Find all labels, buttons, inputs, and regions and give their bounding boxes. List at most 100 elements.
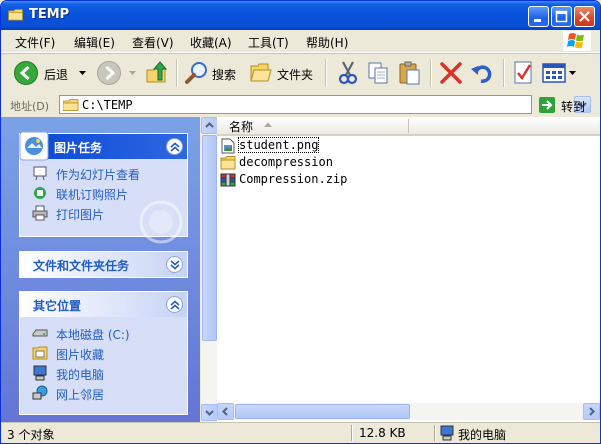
views-button[interactable] [540,58,578,88]
task-label: 网上邻居 [56,388,105,402]
other-places-panel: 其它位置 本地磁盘 (C:) 图片收藏 我的电脑 网上邻居 [19,291,188,415]
menu-help[interactable]: 帮助(H) [306,34,348,51]
go-arrow-icon [542,100,553,110]
close-button[interactable] [574,6,595,27]
slideshow-icon [33,166,47,181]
views-dropdown-icon[interactable] [569,71,577,77]
chevron-left-icon [222,407,228,416]
folder-icon [63,99,79,111]
cut-button[interactable] [334,58,362,88]
zip-archive-icon [220,173,236,187]
file-folder-tasks-header[interactable]: 文件和文件夹任务 [20,252,187,277]
status-object-count: 3 个对象 [7,428,55,442]
place-my-pictures[interactable]: 图片收藏 [32,344,182,362]
chevron-up-icon [170,142,180,152]
place-local-disk[interactable]: 本地磁盘 (C:) [32,324,182,342]
copy-button[interactable] [365,58,393,88]
task-label: 打印图片 [56,208,105,222]
task-slideshow[interactable]: 作为幻灯片查看 [32,164,182,182]
chevron-up-icon [170,300,180,310]
back-arrow-icon [14,61,38,85]
go-label[interactable]: 转到 [561,98,585,115]
file-list-hscrollbar[interactable] [217,403,600,420]
scroll-right-button[interactable] [583,403,600,420]
file-folder-tasks-title: 文件和文件夹任务 [33,259,130,273]
address-label: 地址(D) [10,100,50,113]
scroll-up-button[interactable] [201,117,218,134]
back-dropdown-icon[interactable] [79,71,87,77]
forward-dropdown-icon[interactable] [129,71,137,77]
status-location: 我的电脑 [458,428,507,442]
task-label: 我的电脑 [56,368,105,382]
up-folder-button[interactable] [143,58,171,88]
my-computer-icon [33,365,47,381]
chevron-down-icon [170,260,180,270]
menu-file[interactable]: 文件(F) [15,34,55,51]
undo-icon [471,65,492,83]
image-file-icon [221,138,235,154]
file-list: 名称 student.png decompression Compression… [217,117,600,422]
close-icon [579,11,590,22]
address-bar: 地址(D) C:\TEMP 转到 [1,94,600,116]
menu-favorites[interactable]: 收藏(A) [190,34,232,51]
expand-button[interactable] [166,256,183,273]
minimize-icon [534,19,541,22]
collapse-button[interactable] [166,296,183,313]
task-label: 联机订购照片 [56,188,129,202]
paste-button[interactable] [396,58,424,88]
windows-logo-icon [563,31,591,51]
scroll-left-button[interactable] [217,403,234,420]
delete-x-icon [440,62,462,84]
back-button[interactable]: 后退 [11,58,91,88]
menu-bar: 文件(F) 编辑(E) 查看(V) 收藏(A) 工具(T) 帮助(H) [1,30,600,53]
delete-button[interactable] [437,58,465,88]
scroll-thumb[interactable] [202,135,217,341]
go-button[interactable] [539,97,555,113]
search-button[interactable]: 搜索 [182,58,242,88]
maximize-icon [555,10,568,23]
status-separator [351,425,353,441]
folders-label: 文件夹 [277,68,314,82]
properties-button[interactable] [511,58,537,88]
column-header-name[interactable]: 名称 [217,117,600,136]
status-size: 12.8 KB [359,426,406,440]
properties-icon [514,61,532,84]
place-network[interactable]: 网上邻居 [32,384,182,402]
window-title: TEMP [29,7,70,22]
task-pane-scrollbar[interactable] [200,117,218,422]
chevron-right-icon [589,407,595,416]
scroll-down-button[interactable] [201,404,218,421]
picture-tasks-panel: 图片任务 作为幻灯片查看 联机订购照片 打印图片 [19,131,188,244]
minimize-button[interactable] [528,6,549,27]
other-places-title: 其它位置 [33,299,82,313]
task-label: 图片收藏 [56,348,105,362]
column-divider[interactable] [408,119,409,133]
forward-button[interactable] [96,58,138,88]
picture-tasks-icon [19,131,49,161]
collapse-button[interactable] [166,138,183,155]
menu-view[interactable]: 查看(V) [132,34,174,51]
folders-button[interactable]: 文件夹 [247,58,319,88]
hscroll-thumb[interactable] [235,404,410,419]
other-places-header[interactable]: 其它位置 [20,292,187,317]
task-print-pictures[interactable]: 打印图片 [32,204,182,222]
file-name: student.png [237,137,320,153]
task-order-prints[interactable]: 联机订购照片 [32,184,182,202]
menu-edit[interactable]: 编辑(E) [74,34,115,51]
maximize-button[interactable] [551,6,572,27]
my-pictures-icon [32,346,48,360]
back-label: 后退 [44,68,69,82]
explorer-window: TEMP 文件(F) 编辑(E) 查看(V) 收藏(A) 工具(T) 帮助(H) [0,0,601,444]
address-input[interactable]: C:\TEMP [59,95,591,114]
place-my-computer[interactable]: 我的电脑 [32,364,182,382]
my-computer-icon [440,425,454,441]
toolbar-separator [430,59,432,87]
undo-button[interactable] [468,58,496,88]
task-label: 本地磁盘 (C:) [56,328,130,342]
title-bar[interactable]: TEMP [1,1,600,30]
forward-arrow-icon [97,61,121,85]
printer-icon [32,205,48,221]
menu-tools[interactable]: 工具(T) [248,34,289,51]
folder-icon [8,9,23,21]
column-name-label: 名称 [229,120,254,134]
